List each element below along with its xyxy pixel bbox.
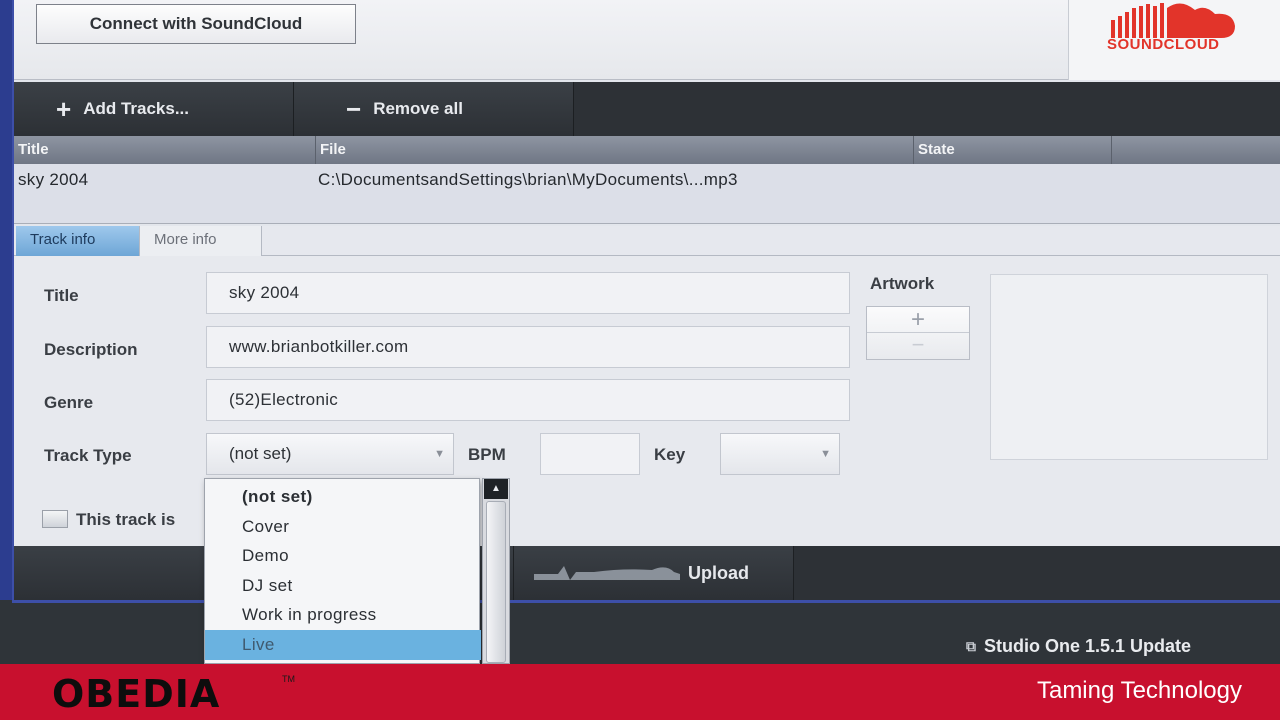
scroll-up-icon[interactable]: ▲ xyxy=(484,479,508,499)
track-title-cell: sky 2004 xyxy=(18,170,89,189)
checkbox-label: This track is xyxy=(76,510,176,529)
minus-icon: − xyxy=(346,94,362,124)
add-tracks-button[interactable]: + Add Tracks... xyxy=(14,82,294,136)
dropdown-option[interactable]: DJ set xyxy=(205,571,481,601)
track-type-label: Track Type xyxy=(44,446,132,465)
track-file-cell: C:\DocumentsandSettings\brian\MyDocument… xyxy=(318,170,738,189)
column-header-title[interactable]: Title xyxy=(14,136,316,164)
key-select[interactable]: ▼ xyxy=(720,433,840,475)
dropdown-scrollbar[interactable]: ▲ xyxy=(482,478,510,664)
genre-label: Genre xyxy=(44,393,94,412)
connect-soundcloud-button[interactable]: Connect with SoundCloud xyxy=(36,4,356,44)
obedia-logo: OBEDIA xyxy=(52,672,221,716)
dropdown-option[interactable]: Cover xyxy=(205,512,481,542)
minus-icon: − xyxy=(911,332,925,357)
track-table-header: Title File State xyxy=(14,136,1280,164)
soundcloud-wordmark: SOUNDCLOUD xyxy=(1107,36,1220,53)
genre-field[interactable]: (52)Electronic xyxy=(206,379,850,421)
column-header-state[interactable]: State xyxy=(914,136,1112,164)
upload-label: Upload xyxy=(688,562,749,583)
track-type-value: (not set) xyxy=(229,444,292,463)
key-label: Key xyxy=(654,445,686,464)
track-table: sky 2004 C:\DocumentsandSettings\brian\M… xyxy=(14,164,1280,224)
toolbar-filler xyxy=(574,82,1280,136)
artwork-label: Artwork xyxy=(870,274,935,293)
artwork-buttons: + − xyxy=(866,306,970,360)
studio-one-update-link[interactable]: ⧉ Studio One 1.5.1 Update xyxy=(966,636,1191,657)
artwork-preview xyxy=(990,274,1268,460)
bpm-field[interactable] xyxy=(540,433,640,475)
toolbar: + Add Tracks... − Remove all xyxy=(14,82,1280,136)
obedia-banner: OBEDIA TM Taming Technology xyxy=(0,664,1280,720)
tagline: Taming Technology xyxy=(1036,677,1242,704)
plus-icon: + xyxy=(56,94,72,124)
track-type-dropdown: (not set) Cover Demo DJ set Work in prog… xyxy=(204,478,481,664)
chevron-down-icon: ▼ xyxy=(820,448,831,460)
dropdown-option[interactable]: (not set) xyxy=(205,482,481,512)
info-tabs: Track info More info xyxy=(14,226,1280,256)
track-checkbox[interactable] xyxy=(42,510,68,528)
bottom-bar-right xyxy=(794,546,1280,600)
title-field[interactable]: sky 2004 xyxy=(206,272,850,314)
column-header-file[interactable]: File xyxy=(316,136,914,164)
soundcloud-uploader-window: Connect with SoundCloud SOUNDCLOUD + Add… xyxy=(12,0,1280,603)
upload-cloud-icon xyxy=(534,566,680,580)
description-label: Description xyxy=(44,340,138,359)
plus-icon: + xyxy=(910,306,925,333)
soundcloud-logo: SOUNDCLOUD xyxy=(1068,0,1280,80)
remove-all-button[interactable]: − Remove all xyxy=(294,82,574,136)
track-type-select[interactable]: (not set) ▼ xyxy=(206,433,454,475)
description-field[interactable]: www.brianbotkiller.com xyxy=(206,326,850,368)
trademark-mark: TM xyxy=(282,674,295,684)
soundcloud-cloud-icon xyxy=(1111,3,1235,38)
remove-artwork-button[interactable]: − xyxy=(867,334,969,360)
tab-more-info[interactable]: More info xyxy=(140,226,262,256)
remove-all-label: Remove all xyxy=(373,99,463,118)
chevron-down-icon: ▼ xyxy=(434,448,445,460)
bpm-label: BPM xyxy=(468,445,506,464)
tab-track-info[interactable]: Track info xyxy=(16,226,140,256)
window-edge xyxy=(0,0,12,600)
dropdown-option[interactable]: Work in progress xyxy=(205,600,481,630)
upload-button[interactable]: Upload xyxy=(514,546,794,600)
title-label: Title xyxy=(44,286,79,305)
connect-bar: Connect with SoundCloud SOUNDCLOUD xyxy=(14,0,1280,80)
add-artwork-button[interactable]: + xyxy=(867,307,969,333)
dropdown-option-highlighted[interactable]: Live xyxy=(205,630,481,660)
dropdown-option[interactable]: Demo xyxy=(205,541,481,571)
update-text: Studio One 1.5.1 Update xyxy=(984,636,1192,656)
scrollbar-thumb[interactable] xyxy=(486,501,506,663)
external-link-icon: ⧉ xyxy=(966,638,976,654)
add-tracks-label: Add Tracks... xyxy=(83,99,190,118)
